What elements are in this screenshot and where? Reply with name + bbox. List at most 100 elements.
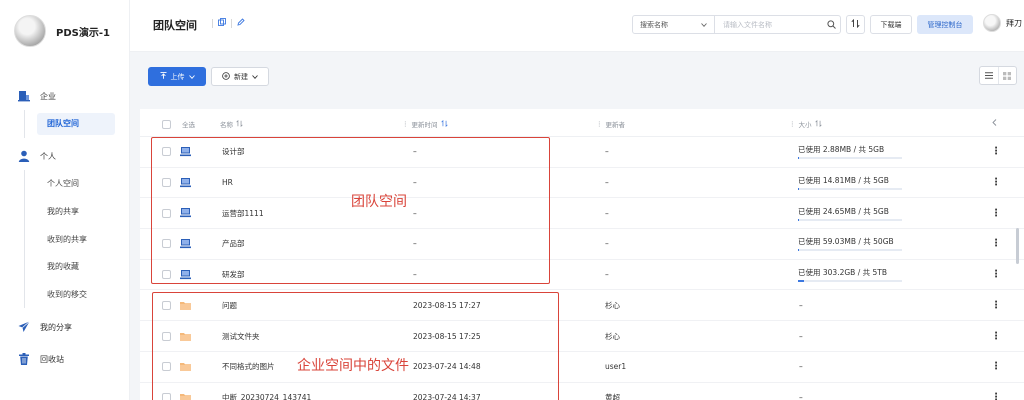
top-header: 团队空间 | | 搜索名称 下载端 管理控制台 拜刀 [130,0,1024,52]
storage-usage: 已使用 14.81MB / 共 5GB [798,168,902,198]
profile-name: PDS演示-1 [56,27,110,39]
more-options-icon[interactable]: ⋮ [991,137,1001,167]
sidebar-item-my-share[interactable]: 我的分享 [18,321,72,333]
updater-cell: – [605,239,609,249]
column-updater-label: 更新者 [605,121,626,129]
sidebar-item-my-shares[interactable]: 我的共享 [37,201,115,223]
more-options-icon[interactable]: ⋮ [991,229,1001,259]
usage-bar-fill [798,218,799,221]
edit-icon[interactable] [237,18,245,29]
size-cell: – [799,392,803,400]
grid-view-icon[interactable] [999,67,1017,84]
annotation-label-enterprise: 企业空间中的文件 [297,358,409,374]
select-all[interactable]: 全选 [162,119,195,129]
column-name-label: 名称 [220,121,233,129]
upload-icon [160,72,167,81]
column-name[interactable]: 名称 [220,119,243,129]
copy-icon[interactable] [218,18,226,29]
search-type-label: 搜索名称 [640,20,668,29]
chevron-down-icon [701,21,707,29]
usage-bar [798,280,902,283]
upload-label: 上传 [170,72,185,81]
view-toggle [979,66,1017,85]
plus-circle-icon [222,71,230,82]
divider: | [230,18,234,29]
annotation-box-enterprise [152,292,559,400]
user-icon [18,150,30,162]
divider: | [211,18,215,29]
updater-cell: 杉心 [605,300,620,310]
size-cell: – [799,331,803,341]
title-actions: | | [207,18,245,29]
sort-icon[interactable] [440,119,448,129]
more-options-icon[interactable]: ⋮ [991,198,1001,228]
column-updated[interactable]: ⋮ 更新时间 [402,119,448,129]
new-button[interactable]: 新建 [211,67,269,86]
column-updated-label: 更新时间 [411,121,438,129]
size-cell: – [799,300,803,310]
page-title: 团队空间 [153,19,197,32]
storage-usage: 已使用 2.88MB / 共 5GB [798,137,902,167]
more-options-icon[interactable]: ⋮ [991,168,1001,198]
sidebar-item-received-transfers[interactable]: 收到的移交 [37,284,115,306]
sidebar-item-label: 我的分享 [40,322,72,332]
storage-usage: 已使用 24.65MB / 共 5GB [798,198,902,228]
building-icon [18,90,30,102]
sidebar-item-label: 企业 [40,91,56,101]
updater-cell: user1 [605,362,627,372]
search-input[interactable] [715,16,822,33]
more-options-icon[interactable]: ⋮ [991,383,1001,400]
more-options-icon[interactable]: ⋮ [991,321,1001,351]
column-divider-icon: ⋮ [596,120,603,128]
upload-button[interactable]: 上传 [148,67,206,86]
search-type-select[interactable]: 搜索名称 [633,16,715,33]
more-options-icon[interactable]: ⋮ [991,352,1001,382]
usage-bar [798,249,902,252]
sort-icon[interactable] [236,119,243,129]
new-label: 新建 [234,72,248,81]
select-all-label: 全选 [182,121,195,129]
updater-cell: – [605,270,609,280]
nav-tree-line [24,110,25,138]
search-icon[interactable] [822,20,840,29]
usage-bar [798,188,902,191]
sidebar-item-favorites[interactable]: 我的收藏 [37,256,115,278]
usage-text: 已使用 24.65MB / 共 5GB [798,206,889,216]
usage-text: 已使用 59.03MB / 共 50GB [798,237,894,247]
avatar[interactable] [14,15,46,47]
sort-button[interactable] [846,15,865,34]
scrollbar-thumb[interactable] [1016,228,1019,264]
avatar[interactable] [983,14,1001,32]
sidebar-item-personal-space[interactable]: 个人空间 [37,173,115,195]
sidebar-item-personal[interactable]: 个人 [18,150,56,162]
send-icon [18,321,30,333]
sort-icon[interactable] [814,119,822,129]
profile[interactable]: PDS演示-1 [14,15,110,47]
usage-bar-fill [798,157,799,160]
sidebar-item-recycle-bin[interactable]: 回收站 [18,353,64,365]
sidebar-item-enterprise[interactable]: 企业 [18,90,56,102]
sidebar-item-team-space[interactable]: 团队空间 [37,113,115,135]
usage-text: 已使用 303.2GB / 共 5TB [798,268,887,278]
list-view-icon[interactable] [980,67,999,84]
size-cell: – [799,362,803,372]
sidebar-item-received-shares[interactable]: 收到的共享 [37,229,115,251]
user-menu[interactable]: 拜刀 [983,14,1022,32]
column-size-label: 大小 [798,121,812,129]
trash-icon [18,353,30,365]
select-all-checkbox[interactable] [162,119,171,129]
chevron-left-icon[interactable] [992,119,997,126]
updater-cell: – [605,178,609,188]
more-options-icon[interactable]: ⋮ [991,291,1001,321]
column-updater[interactable]: ⋮ 更新者 [596,119,625,129]
chevron-down-icon [252,73,258,81]
updater-cell: 黄超 [605,392,620,400]
download-client-button[interactable]: 下载端 [870,15,912,34]
user-name: 拜刀 [1006,18,1022,28]
more-options-icon[interactable]: ⋮ [991,260,1001,290]
admin-console-button[interactable]: 管理控制台 [917,15,973,34]
column-divider-icon: ⋮ [789,120,796,128]
search-bar: 搜索名称 [632,15,841,34]
column-size[interactable]: ⋮ 大小 [789,119,822,129]
usage-bar-fill [798,249,799,252]
